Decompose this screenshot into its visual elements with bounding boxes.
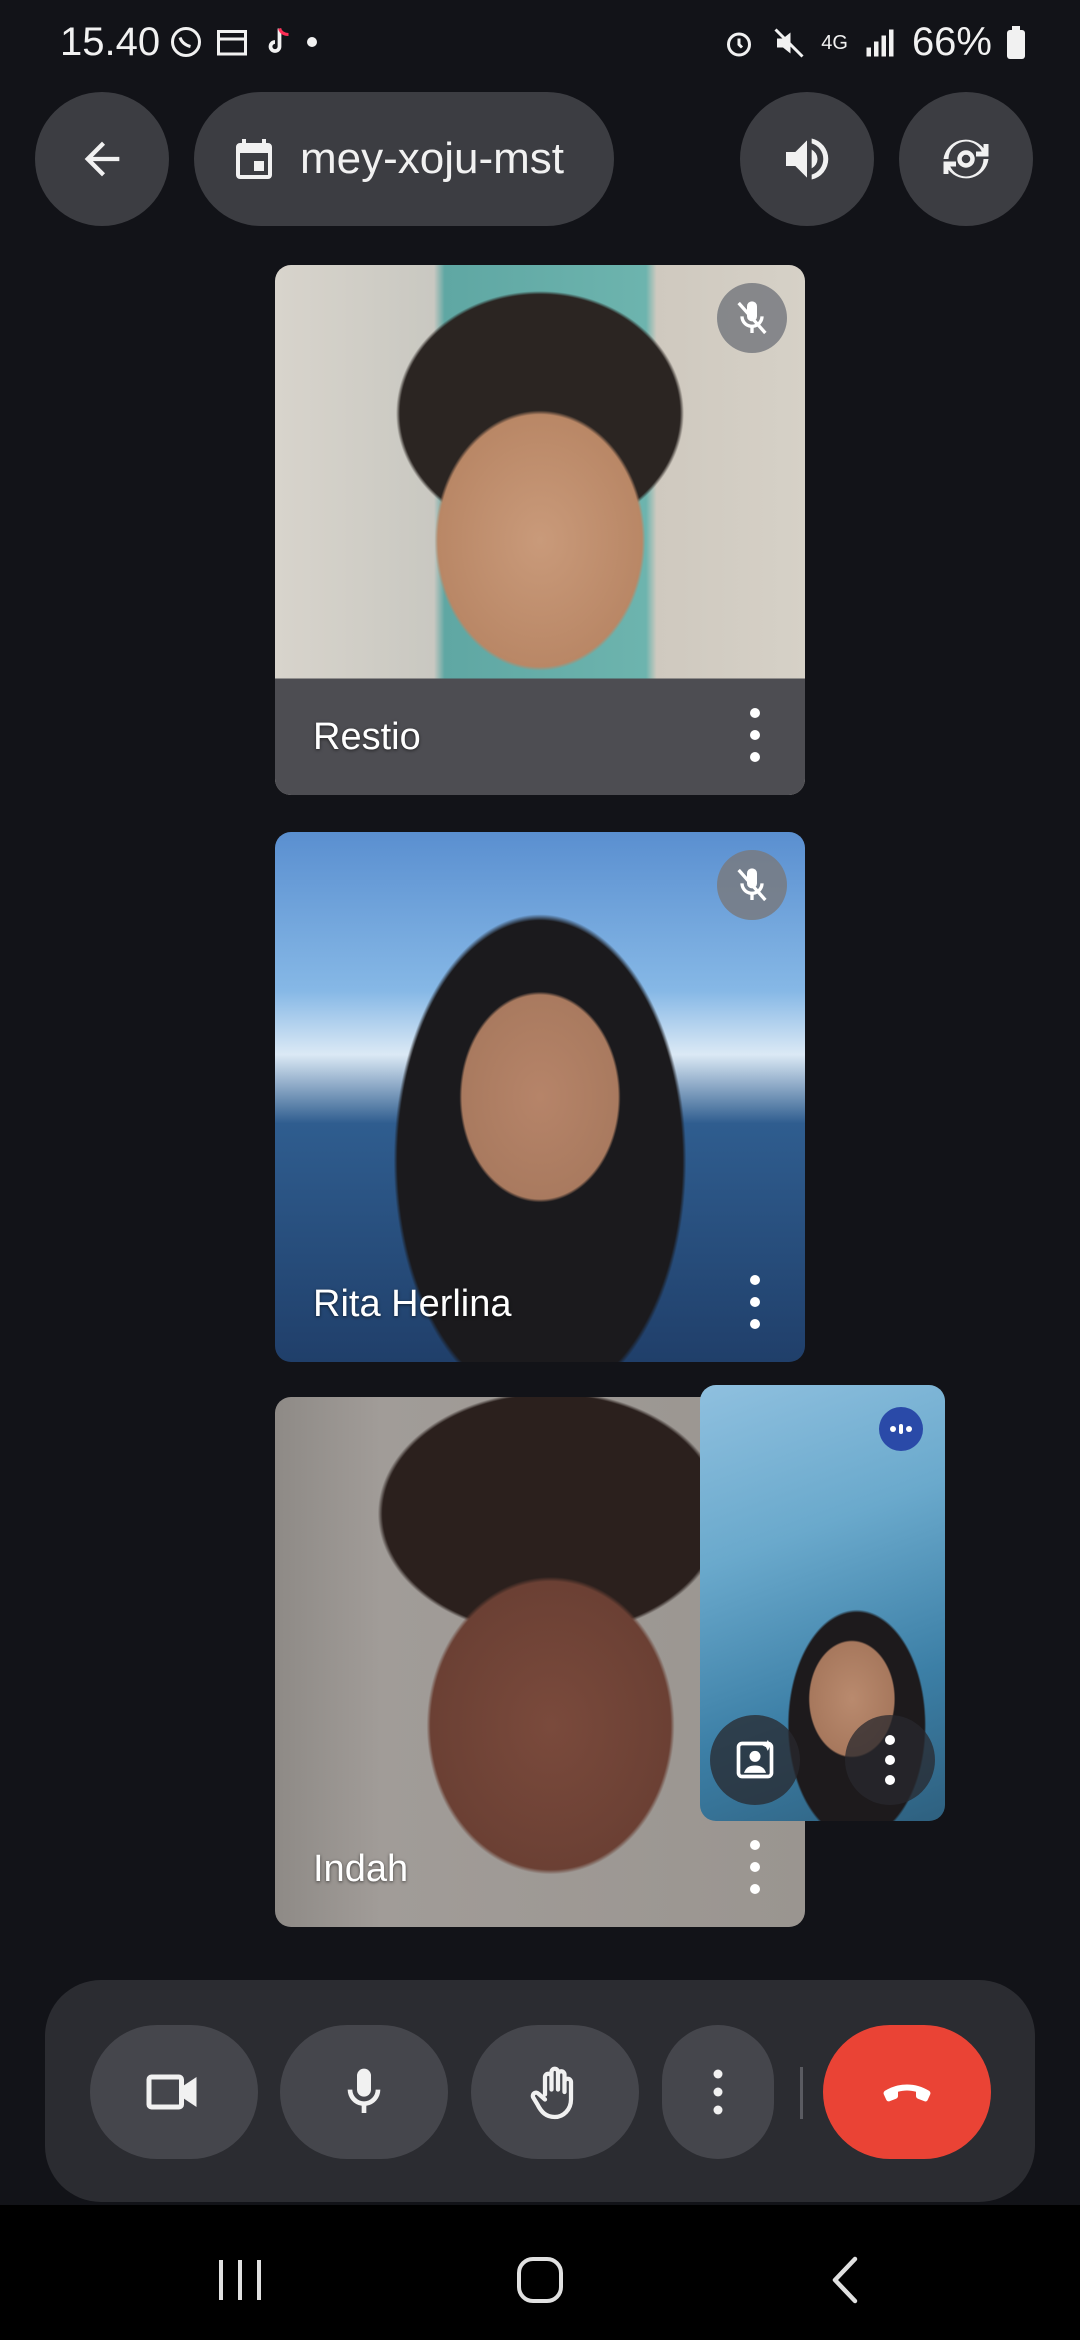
- self-more-button[interactable]: [845, 1715, 935, 1805]
- end-call-button[interactable]: [823, 2025, 991, 2159]
- participant-tile[interactable]: Restio: [275, 265, 805, 795]
- home-icon: [517, 2257, 563, 2303]
- portrait-effects-icon: [736, 1739, 774, 1779]
- status-right-group: 4G 66%: [721, 20, 1026, 65]
- participant-name: Indah: [313, 1848, 409, 1890]
- speaker-button[interactable]: [740, 92, 874, 226]
- control-divider: [800, 2067, 803, 2119]
- meeting-code: mey-xoju-mst: [300, 134, 565, 183]
- signal-icon: [866, 29, 894, 56]
- battery-level: 66%: [911, 20, 992, 64]
- mute-icon: [774, 27, 804, 58]
- dot-icon: [307, 37, 317, 47]
- speaking-dots-icon: [890, 1424, 912, 1434]
- home-button[interactable]: [495, 2235, 585, 2325]
- meeting-info-chip[interactable]: mey-xoju-mst: [194, 92, 614, 226]
- speaking-indicator: [879, 1407, 923, 1451]
- mic-off-badge: [717, 850, 787, 920]
- participant-name: Restio: [313, 716, 421, 758]
- call-end-icon: [883, 2084, 931, 2102]
- more-options-button[interactable]: [662, 2025, 774, 2159]
- effects-button[interactable]: [710, 1715, 800, 1805]
- tiktok-icon: [268, 27, 289, 53]
- call-control-bar: [45, 1980, 1035, 2202]
- battery-icon: [1007, 25, 1025, 59]
- mic-off-icon: [737, 301, 767, 335]
- more-vertical-icon[interactable]: [745, 1272, 765, 1332]
- system-nav-bar: [0, 2205, 1080, 2340]
- back-nav-button[interactable]: [800, 2235, 890, 2325]
- recent-apps-button[interactable]: [195, 2235, 285, 2325]
- more-vertical-icon: [885, 1735, 895, 1785]
- participant-tile[interactable]: Rita Herlina: [275, 832, 805, 1362]
- camera-button[interactable]: [90, 2025, 258, 2159]
- videocam-icon: [146, 2074, 197, 2110]
- more-vertical-icon[interactable]: [745, 705, 765, 765]
- participant-name: Rita Herlina: [313, 1283, 512, 1325]
- speaker-icon: [786, 138, 829, 180]
- mic-icon: [347, 2068, 381, 2113]
- self-view-tile[interactable]: [700, 1385, 945, 1821]
- status-notification-icons: [168, 24, 318, 60]
- calendar-app-icon: [217, 30, 247, 56]
- switch-camera-button[interactable]: [899, 92, 1033, 226]
- status-bar: 15.40 4G 66%: [0, 0, 1080, 90]
- calendar-icon: [236, 139, 272, 179]
- whatsapp-icon: [171, 27, 201, 57]
- hand-icon: [530, 2066, 574, 2120]
- switch-camera-icon: [943, 139, 989, 179]
- status-time: 15.40: [60, 20, 161, 64]
- microphone-button[interactable]: [280, 2025, 448, 2159]
- more-vertical-icon: [713, 2069, 723, 2115]
- back-button[interactable]: [35, 92, 169, 226]
- raise-hand-button[interactable]: [471, 2025, 639, 2159]
- more-vertical-icon[interactable]: [745, 1837, 765, 1897]
- chevron-left-icon: [832, 2256, 858, 2304]
- mic-off-badge: [717, 283, 787, 353]
- alarm-icon: [727, 32, 752, 56]
- recent-apps-icon: [219, 2260, 261, 2300]
- mic-off-icon: [737, 868, 767, 902]
- network-type: 4G: [821, 31, 848, 54]
- arrow-left-icon: [84, 141, 120, 177]
